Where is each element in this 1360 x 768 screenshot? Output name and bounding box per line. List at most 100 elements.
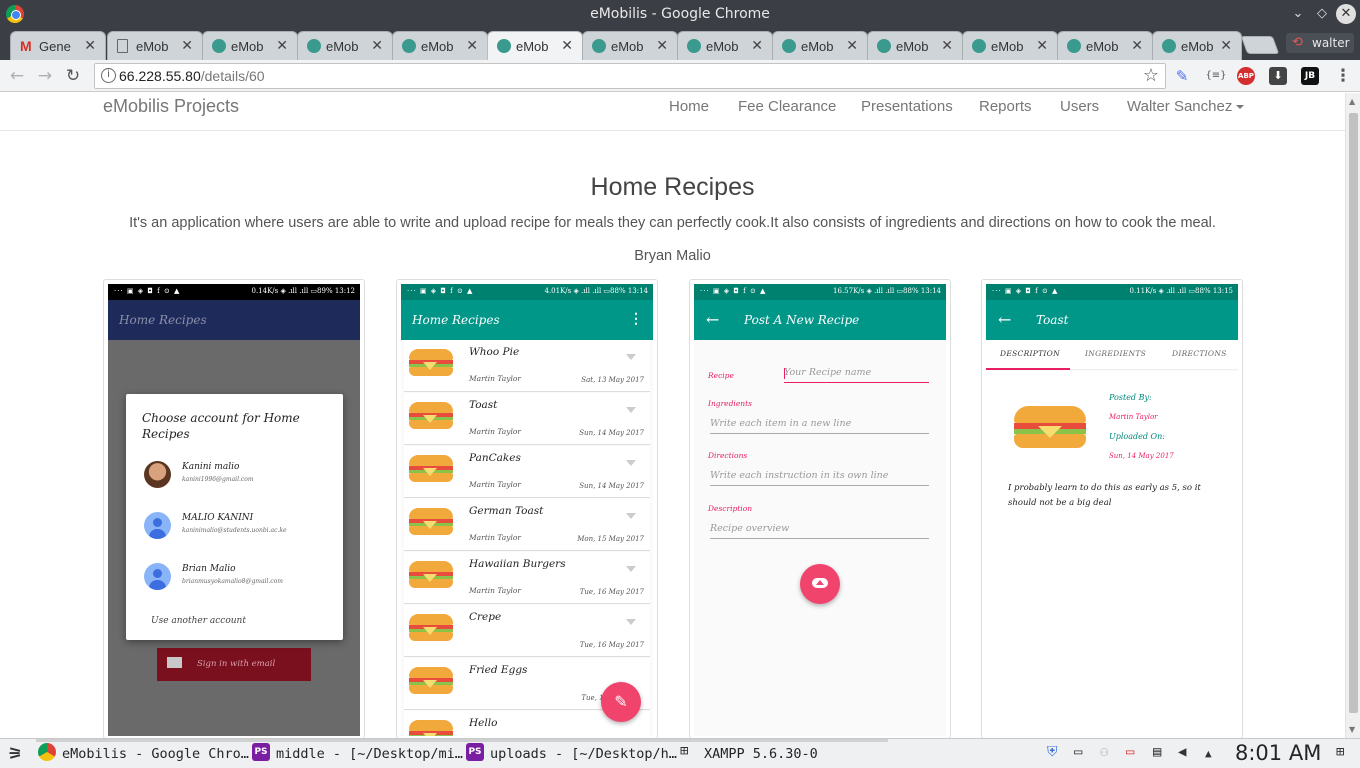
tray-expand-icon[interactable]: ▲ [1205, 747, 1212, 760]
posted-by-value: Martin Taylor [1109, 413, 1158, 421]
tab[interactable]: eMob ✕ [772, 31, 868, 60]
taskbar-item-chrome[interactable]: eMobilis - Google Chro… [38, 743, 249, 763]
close-tab-icon[interactable]: ✕ [846, 37, 858, 54]
tab[interactable]: eMob ✕ [297, 31, 393, 60]
nav-link-fee-clearance[interactable]: Fee Clearance [738, 98, 836, 115]
tab[interactable]: eMob ✕ [962, 31, 1058, 60]
close-tab-icon[interactable]: ✕ [1131, 37, 1143, 54]
minimize-button[interactable]: ⌄ [1288, 4, 1308, 24]
screenshot-frame[interactable]: ··· ▣ ◈ ◘ f ⊙ ▲ 0.11K/s ◈ .ıll .ıll ▭88%… [981, 279, 1243, 738]
back-icon[interactable]: ← [6, 65, 28, 87]
screenshot-frame[interactable]: ··· ▣ ◈ ◘ f ⊙ ▲ 0.14K/s ◈ .ıll .ıll ▭89%… [103, 279, 365, 738]
tab[interactable]: eMob ✕ [107, 31, 203, 60]
app-bar-title: Post A New Recipe [744, 313, 860, 327]
nav-link-users[interactable]: Users [1060, 98, 1099, 115]
recipe-author: Martin Taylor [469, 480, 521, 489]
recipe-name: PanCakes [469, 452, 521, 464]
close-tab-icon[interactable]: ✕ [656, 37, 668, 54]
site-icon [307, 39, 321, 53]
people-icon[interactable]: ⚇ [1100, 744, 1108, 760]
tab-label: eMob [326, 39, 359, 54]
display-icon[interactable]: ▭ [1074, 744, 1082, 760]
status-icons: ··· ▣ ◈ ◘ f ⊙ ▲ [700, 287, 767, 295]
taskbar-item-phpstorm-middle[interactable]: PS middle - [~/Desktop/mi… [252, 743, 463, 763]
new-tab-button[interactable] [1240, 36, 1280, 54]
recipe-row: PanCakes Martin Taylor Sun, 14 May 2017 [404, 446, 650, 498]
tab[interactable]: eMob ✕ [1152, 31, 1242, 60]
account-email: brianmusyokamalio8@gmail.com [182, 578, 283, 585]
clock[interactable]: 8:01 AM [1235, 741, 1321, 765]
tab[interactable]: eMob ✕ [582, 31, 678, 60]
close-window-button[interactable]: ✕ [1336, 4, 1356, 24]
reload-icon[interactable]: ↻ [62, 65, 84, 87]
tab[interactable]: eMob ✕ [202, 31, 298, 60]
screenshot-frame[interactable]: ··· ▣ ◈ ◘ f ⊙ ▲ 16.57K/s ◈ .ıll .ıll ▭88… [689, 279, 951, 738]
recipe-author: Martin Taylor [469, 374, 521, 383]
scroll-down-icon[interactable]: ▼ [1349, 725, 1355, 734]
close-tab-icon[interactable]: ✕ [466, 37, 478, 54]
kde-menu-icon[interactable]: ⚞ [8, 744, 22, 763]
close-tab-icon[interactable]: ✕ [276, 37, 288, 54]
close-tab-icon[interactable]: ✕ [561, 37, 573, 54]
site-brand[interactable]: eMobilis Projects [103, 96, 239, 117]
address-bar[interactable]: i 66.228.55.80/details/60 ☆ [94, 63, 1166, 89]
close-tab-icon[interactable]: ✕ [84, 37, 96, 54]
nav-link-presentations[interactable]: Presentations [861, 98, 953, 115]
download-icon[interactable]: ⬇ [1269, 67, 1287, 85]
status-info: 0.14K/s ◈ .ıll .ıll ▭89% 13:12 [251, 287, 355, 295]
volume-icon[interactable]: ◀ [1178, 744, 1186, 760]
scroll-up-icon[interactable]: ▲ [1349, 97, 1355, 106]
sandwich-icon [409, 667, 453, 695]
chevron-down-icon [626, 407, 636, 413]
taskbar-label: XAMPP 5.6.30-0 [704, 746, 818, 762]
tab-active[interactable]: eMob ✕ [487, 31, 583, 60]
adblock-icon[interactable]: ABP [1237, 67, 1255, 85]
menu-kebab-icon[interactable]: ⋮ [1332, 65, 1354, 87]
close-tab-icon[interactable]: ✕ [941, 37, 953, 54]
close-tab-icon[interactable]: ✕ [1036, 37, 1048, 54]
page-scrollbar[interactable]: ▲ ▼ [1345, 93, 1360, 738]
profile-button[interactable]: ⟲ walter [1286, 33, 1354, 53]
tab[interactable]: eMob ✕ [392, 31, 488, 60]
screenshot-frame[interactable]: ··· ▣ ◈ ◘ f ⊙ ▲ 4.01K/s ◈ .ıll .ıll ▭88%… [396, 279, 658, 738]
close-tab-icon[interactable]: ✕ [181, 37, 193, 54]
tab[interactable]: M Gene ✕ [10, 31, 106, 60]
close-tab-icon[interactable]: ✕ [1220, 37, 1232, 54]
account-email: kanini1996@gmail.com [182, 476, 254, 483]
user-menu[interactable]: Walter Sanchez [1127, 98, 1245, 115]
tab-label: eMob [896, 39, 929, 54]
eyedropper-icon[interactable]: ✎ [1173, 67, 1191, 85]
battery-icon[interactable]: ▭ [1126, 744, 1134, 760]
forward-icon[interactable]: → [34, 65, 56, 87]
clipboard-icon[interactable]: ▤ [1153, 744, 1161, 760]
scrollbar-thumb[interactable] [1349, 113, 1358, 713]
taskbar-item-phpstorm-uploads[interactable]: PS uploads - [~/Desktop/h… [466, 743, 677, 763]
maximize-button[interactable]: ◇ [1312, 4, 1332, 24]
bookmark-star-icon[interactable]: ☆ [1143, 65, 1159, 86]
taskbar-item-xampp[interactable]: ⊞ XAMPP 5.6.30-0 [680, 743, 818, 763]
status-bar: ··· ▣ ◈ ◘ f ⊙ ▲ 16.57K/s ◈ .ıll .ıll ▭88… [694, 284, 946, 300]
account-name: Brian Malio [182, 564, 236, 574]
info-icon[interactable]: i [101, 68, 116, 83]
recipe-name: Crepe [469, 611, 502, 623]
shield-icon[interactable]: ⛨ [1047, 744, 1058, 760]
network-icon: ⊞ [680, 743, 689, 759]
nav-link-home[interactable]: Home [669, 98, 709, 115]
close-tab-icon[interactable]: ✕ [751, 37, 763, 54]
jetbrains-icon[interactable]: JB [1301, 67, 1319, 85]
site-navbar: eMobilis Projects Home Fee Clearance Pre… [0, 93, 1345, 131]
nav-link-reports[interactable]: Reports [979, 98, 1032, 115]
desktop-grid-icon[interactable]: ⊞ [1336, 744, 1344, 760]
uploaded-on-label: Uploaded On: [1109, 432, 1165, 441]
status-info: 0.11K/s ◈ .ıll .ıll ▭88% 13:15 [1129, 287, 1233, 295]
tab[interactable]: eMob ✕ [867, 31, 963, 60]
recipe-row: Hawaiian Burgers Martin Taylor Tue, 16 M… [404, 552, 650, 604]
recipe-label: Recipe [708, 371, 734, 380]
project-description: It's an application where users are able… [129, 215, 1216, 231]
close-tab-icon[interactable]: ✕ [371, 37, 383, 54]
json-icon[interactable]: {≡} [1205, 67, 1227, 85]
avatar-icon [144, 512, 171, 539]
tab[interactable]: eMob ✕ [677, 31, 773, 60]
app-bar-title: Home Recipes [412, 313, 500, 327]
tab[interactable]: eMob ✕ [1057, 31, 1153, 60]
